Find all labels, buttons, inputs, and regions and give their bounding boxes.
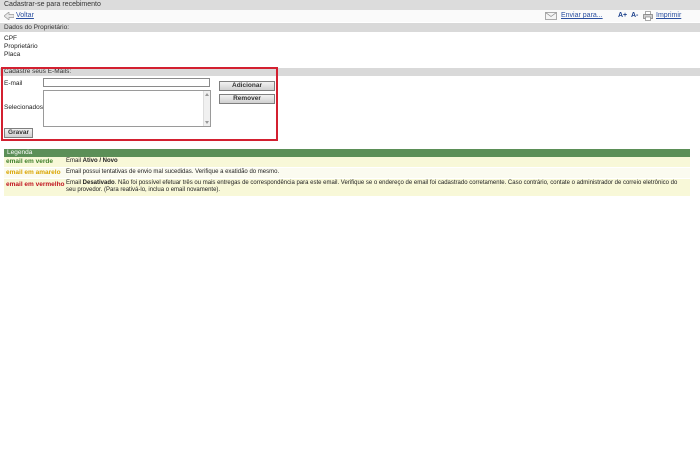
back-arrow-icon[interactable] <box>3 11 15 22</box>
legend-desc-prefix: Email <box>66 158 83 164</box>
email-section-title: Cadastre seus E-Mails: <box>4 68 72 75</box>
legend-row-green: email em verde Email Ativo / Novo <box>4 157 690 167</box>
legend-desc-rest: . Não foi possível efetuar três ou mais … <box>66 180 678 193</box>
selected-emails-list[interactable] <box>43 90 211 127</box>
add-email-button[interactable]: Adicionar <box>219 81 275 91</box>
legend-desc-green: Email Ativo / Novo <box>66 158 686 165</box>
scroll-up-icon[interactable] <box>205 93 209 96</box>
font-decrease-button[interactable]: A- <box>631 11 638 21</box>
scroll-down-icon[interactable] <box>205 121 209 124</box>
send-to-link[interactable]: Enviar para... <box>561 11 603 21</box>
email-label: E-mail <box>4 80 23 87</box>
list-scrollbar[interactable] <box>203 91 210 126</box>
legend-row-red: email em vermelho Email Desativado. Não … <box>4 179 690 196</box>
owner-section-header: Dados do Proprietário: <box>0 23 700 32</box>
printer-icon[interactable] <box>643 11 653 23</box>
owner-field-owner: Proprietário <box>4 43 38 50</box>
back-link[interactable]: Voltar <box>16 11 34 21</box>
email-input[interactable] <box>43 78 210 87</box>
legend-header: Legenda <box>4 149 690 157</box>
legend-desc-red: Email Desativado. Não foi possível efetu… <box>66 180 686 194</box>
save-button[interactable]: Gravar <box>4 128 33 138</box>
legend-title: Legenda <box>7 149 33 156</box>
legend-key-red: email em vermelho <box>6 181 65 188</box>
legend-key-green: email em verde <box>6 158 53 165</box>
owner-section-title: Dados do Proprietário: <box>4 24 70 31</box>
toolbar: Voltar Enviar para... A+ A- Imprimir <box>0 10 700 22</box>
owner-field-plate: Placa <box>4 51 21 58</box>
envelope-icon[interactable] <box>545 12 557 22</box>
owner-field-cpf: CPF <box>4 35 17 42</box>
legend-desc-yellow: Email possui tentativas de envio mal suc… <box>66 169 686 176</box>
legend-desc-rest: Email possui tentativas de envio mal suc… <box>66 169 280 175</box>
legend-desc-prefix: Email <box>66 180 83 186</box>
selected-label: Selecionados <box>4 104 44 111</box>
legend-row-yellow: email em amarelo Email possui tentativas… <box>4 168 690 178</box>
email-section-header: Cadastre seus E-Mails: <box>0 68 700 76</box>
legend-desc-bold: Ativo / Novo <box>82 158 118 164</box>
print-link[interactable]: Imprimir <box>656 11 681 21</box>
remove-email-button[interactable]: Remover <box>219 94 275 104</box>
font-increase-button[interactable]: A+ <box>618 11 627 21</box>
window-title: Cadastrar-se para recebimento <box>0 0 700 10</box>
legend-desc-bold: Desativado <box>82 180 115 186</box>
legend-key-yellow: email em amarelo <box>6 169 61 176</box>
window-title-text: Cadastrar-se para recebimento <box>4 1 101 8</box>
